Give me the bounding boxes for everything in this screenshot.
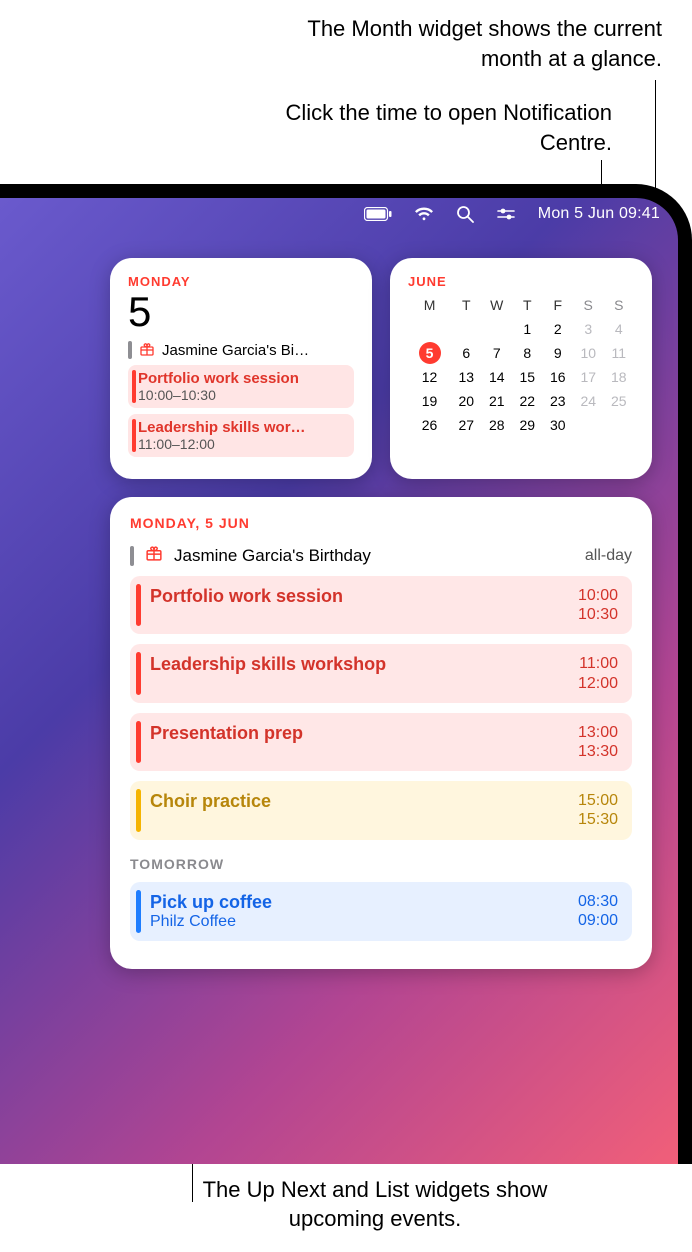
upnext-day-of-week: Monday [128,274,354,289]
month-day: 15 [512,365,542,389]
list-widget[interactable]: Monday, 5 Jun Jasmine Garcia's Birthday … [110,497,652,969]
month-day: 5 [408,341,451,365]
month-day: 22 [512,389,542,413]
month-day: 24 [573,389,603,413]
upnext-widget[interactable]: Monday 5 Jasmine Garcia's Bi… Portfolio … [110,258,372,479]
month-grid: MTWTFSS 12345678910111213141516171819202… [408,297,634,437]
month-day: 17 [573,365,603,389]
list-birthday-row: Jasmine Garcia's Birthday all-day [130,543,632,576]
weekday-header: S [573,297,603,317]
month-day: 19 [408,389,451,413]
month-day [573,413,603,437]
event-time: 10:00–10:30 [138,387,346,403]
list-birthday-time: all-day [585,547,632,565]
event-times: 10:0010:30 [578,586,618,624]
upnext-birthday-title: Jasmine Garcia's Bi… [162,342,354,359]
month-day: 2 [543,317,573,341]
event-color-bar [132,370,136,403]
callout-time: Click the time to open Notification Cent… [262,98,612,157]
event-title: Choir practice [144,791,578,829]
month-day [603,413,634,437]
device-frame: Mon 5 Jun 09:41 Monday 5 Jasmine Garcia'… [0,184,692,1164]
event-title: Portfolio work session [144,586,578,624]
month-day: 27 [451,413,481,437]
list-event: Presentation prep13:0013:30 [130,713,632,771]
list-event: Choir practice15:0015:30 [130,781,632,839]
callout-list: The Up Next and List widgets show upcomi… [175,1175,575,1234]
wifi-icon[interactable] [414,207,434,221]
list-birthday-title: Jasmine Garcia's Birthday [174,546,573,566]
list-heading: Monday, 5 Jun [130,515,632,531]
event-title: Leadership skills workshop [144,654,578,692]
month-day: 13 [451,365,481,389]
month-day: 11 [603,341,634,365]
month-title: June [408,274,634,289]
month-day: 25 [603,389,634,413]
list-event: Pick up coffeePhilz Coffee08:3009:00 [130,882,632,941]
event-color-bar [136,584,141,626]
month-day: 6 [451,341,481,365]
event-color-bar [132,419,136,452]
event-times: 15:0015:30 [578,791,618,829]
month-day: 10 [573,341,603,365]
weekday-header: F [543,297,573,317]
weekday-header: M [408,297,451,317]
event-times: 08:3009:00 [578,892,618,931]
menubar: Mon 5 Jun 09:41 [0,198,678,230]
month-day: 21 [482,389,512,413]
event-times: 13:0013:30 [578,723,618,761]
event-color-bar [130,546,134,566]
event-color-bar [128,341,132,359]
gift-icon [146,545,162,566]
event-times: 11:0012:00 [578,654,618,692]
month-day: 7 [482,341,512,365]
search-icon[interactable] [456,205,474,223]
month-day: 29 [512,413,542,437]
month-day: 1 [512,317,542,341]
month-day: 30 [543,413,573,437]
month-day [408,317,451,341]
month-day: 9 [543,341,573,365]
month-day: 16 [543,365,573,389]
gift-icon [140,342,154,359]
event-subtitle: Philz Coffee [144,913,578,931]
menubar-clock[interactable]: Mon 5 Jun 09:41 [538,205,660,223]
event-title: Portfolio work session [138,370,346,387]
month-day: 4 [603,317,634,341]
event-color-bar [136,721,141,763]
month-day: 14 [482,365,512,389]
month-day: 26 [408,413,451,437]
battery-icon[interactable] [364,207,392,221]
list-tomorrow-heading: Tomorrow [130,856,632,872]
list-event: Leadership skills workshop11:0012:00 [130,644,632,702]
month-day: 18 [603,365,634,389]
weekday-header: T [512,297,542,317]
upnext-birthday-row: Jasmine Garcia's Bi… [128,341,354,359]
month-day [482,317,512,341]
list-event: Portfolio work session10:0010:30 [130,576,632,634]
event-color-bar [136,652,141,694]
event-color-bar [136,789,141,831]
month-day: 28 [482,413,512,437]
month-widget[interactable]: June MTWTFSS 123456789101112131415161718… [390,258,652,479]
upnext-event: Portfolio work session10:00–10:30 [128,365,354,408]
month-day: 8 [512,341,542,365]
month-day: 23 [543,389,573,413]
weekday-header: T [451,297,481,317]
event-title: Pick up coffee [144,892,578,913]
event-color-bar [136,890,141,933]
month-day: 3 [573,317,603,341]
month-day [451,317,481,341]
callout-month: The Month widget shows the current month… [262,14,662,73]
event-title: Leadership skills wor… [138,419,346,436]
weekday-header: S [603,297,634,317]
upnext-event: Leadership skills wor…11:00–12:00 [128,414,354,457]
weekday-header: W [482,297,512,317]
month-day: 20 [451,389,481,413]
event-title: Presentation prep [144,723,578,761]
upnext-day-number: 5 [128,291,354,333]
control-centre-icon[interactable] [496,207,516,221]
event-time: 11:00–12:00 [138,436,346,452]
month-day: 12 [408,365,451,389]
